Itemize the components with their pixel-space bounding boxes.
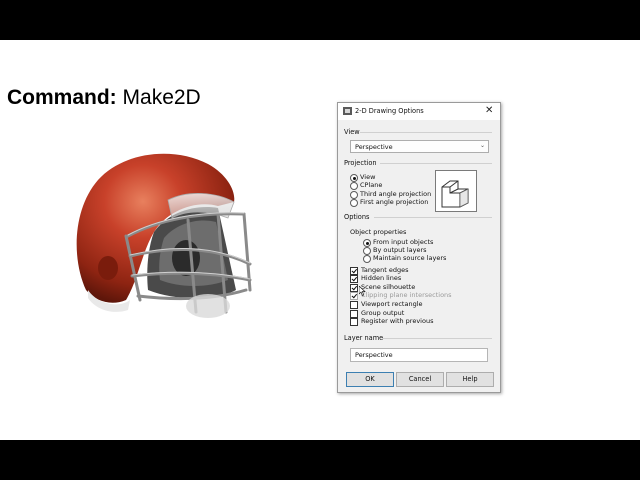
helmet-render-image (76, 153, 252, 318)
mouse-pointer-icon (359, 286, 366, 296)
view-separator (360, 132, 492, 133)
projection-view-label: View (360, 173, 376, 181)
command-label: Command: (7, 86, 117, 109)
view-select[interactable]: Perspective ⌄ (350, 140, 489, 153)
checkbox-register-with-previous[interactable] (350, 318, 358, 326)
maintain-source-layers-label: Maintain source layers (373, 254, 447, 262)
ok-button[interactable]: OK (346, 372, 394, 387)
radio-projection-view[interactable] (350, 174, 358, 182)
hidden-lines-label: Hidden lines (361, 274, 402, 282)
layer-name-value: Perspective (355, 351, 393, 359)
radio-by-output-layers[interactable] (363, 247, 371, 255)
projection-separator (380, 163, 492, 164)
by-output-layers-label: By output layers (373, 246, 427, 254)
dialog-title: 2-D Drawing Options (355, 107, 424, 115)
checkbox-hidden-lines[interactable] (350, 275, 358, 283)
checkbox-scene-silhouette[interactable] (350, 284, 358, 292)
checkbox-tangent-edges[interactable] (350, 267, 358, 275)
projection-first-angle-label: First angle projection (360, 198, 429, 206)
radio-projection-first-angle[interactable] (350, 199, 358, 207)
help-button[interactable]: Help (446, 372, 494, 387)
projection-cplane-label: CPlane (360, 181, 383, 189)
clipping-plane-intersections-label: Clipping plane intersections (361, 291, 452, 299)
projection-third-angle-label: Third angle projection (360, 190, 432, 198)
layer-name-input[interactable]: Perspective (350, 348, 488, 362)
tangent-edges-label: Tangent edges (361, 266, 409, 274)
command-value: Make2D (122, 86, 201, 109)
cancel-button[interactable]: Cancel (396, 372, 444, 387)
viewport-rectangle-label: Viewport rectangle (361, 300, 423, 308)
radio-projection-cplane[interactable] (350, 182, 358, 190)
options-group-label: Options (344, 213, 370, 221)
scene-silhouette-label: Scene silhouette (361, 283, 416, 291)
bottom-letterbox-bar (0, 440, 640, 480)
checkbox-group-output[interactable] (350, 310, 358, 318)
close-icon[interactable]: ✕ (485, 105, 493, 116)
dialog-titlebar[interactable]: 2-D Drawing Options ✕ (338, 103, 500, 120)
drawing-options-dialog: 2-D Drawing Options ✕ View Perspective ⌄… (337, 102, 501, 393)
layer-name-separator (382, 338, 492, 339)
top-letterbox-bar (0, 0, 640, 40)
options-separator (374, 217, 492, 218)
command-line: Command: Make2D (7, 86, 201, 110)
radio-maintain-source-layers[interactable] (363, 255, 371, 263)
chevron-down-icon: ⌄ (479, 142, 485, 149)
checkbox-viewport-rectangle[interactable] (350, 301, 358, 309)
layer-name-group-label: Layer name (344, 334, 384, 342)
from-input-objects-label: From input objects (373, 238, 434, 246)
object-properties-label: Object properties (350, 228, 407, 236)
register-with-previous-label: Register with previous (361, 317, 434, 325)
radio-projection-third-angle[interactable] (350, 191, 358, 199)
projection-preview-icon (435, 170, 477, 212)
projection-group-label: Projection (344, 159, 377, 167)
rhino-app-icon (343, 107, 352, 115)
view-group-label: View (344, 128, 360, 136)
radio-from-input-objects[interactable] (363, 239, 371, 247)
group-output-label: Group output (361, 309, 405, 317)
checkbox-clipping-plane-intersections (350, 292, 358, 300)
view-select-value: Perspective (355, 142, 393, 151)
